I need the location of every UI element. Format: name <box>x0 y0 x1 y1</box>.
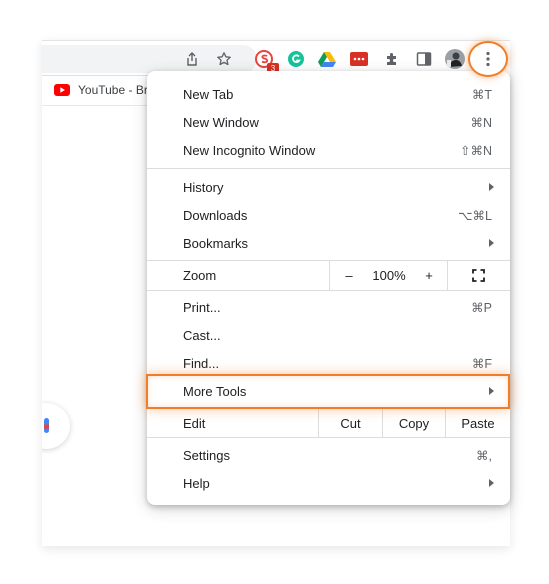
menu-item-settings[interactable]: Settings ⌘, <box>147 441 510 469</box>
submenu-arrow-icon <box>489 479 494 487</box>
menu-item-shortcut: ⌘N <box>470 116 492 130</box>
menu-item-label: New Incognito Window <box>183 143 316 158</box>
fullscreen-icon <box>471 269 485 282</box>
bookmark-label: YouTube - Br <box>78 83 148 97</box>
menu-item-shortcut: ⇧⌘N <box>459 144 492 158</box>
menu-edit-row: Edit Cut Copy Paste <box>147 409 510 437</box>
menu-item-find[interactable]: Find... ⌘F <box>147 349 510 377</box>
menu-item-label: Help <box>183 476 210 491</box>
menu-item-new-tab[interactable]: New Tab ⌘T <box>147 80 510 108</box>
share-icon[interactable] <box>181 48 203 70</box>
zoom-level: 100% <box>372 268 406 283</box>
copy-button[interactable]: Copy <box>383 409 445 437</box>
side-panel-icon[interactable] <box>413 48 435 70</box>
menu-item-label: New Window <box>183 115 259 130</box>
extension-s-icon[interactable]: 3 <box>253 48 279 74</box>
submenu-arrow-icon <box>489 239 494 247</box>
zoom-divider <box>329 261 330 290</box>
menu-item-downloads[interactable]: Downloads ⌥⌘L <box>147 201 510 229</box>
menu-item-history[interactable]: History <box>147 173 510 201</box>
youtube-icon <box>54 84 70 96</box>
profile-avatar-icon[interactable] <box>444 48 466 70</box>
bookmark-star-icon[interactable] <box>213 48 235 70</box>
menu-item-bookmarks[interactable]: Bookmarks <box>147 229 510 257</box>
zoom-label: Zoom <box>183 268 217 283</box>
menu-item-label: Bookmarks <box>183 236 249 251</box>
submenu-arrow-icon <box>489 183 494 191</box>
grammarly-icon[interactable] <box>285 48 307 70</box>
zoom-out-button[interactable]: – <box>337 261 361 290</box>
menu-item-shortcut: ⌘, <box>476 449 492 463</box>
menu-item-label: Cast... <box>183 328 221 343</box>
extensions-puzzle-icon[interactable] <box>381 48 403 70</box>
fullscreen-button[interactable] <box>465 261 491 290</box>
menu-divider <box>147 290 510 291</box>
zoom-in-button[interactable]: + <box>417 261 441 290</box>
menu-item-label: History <box>183 180 224 195</box>
menu-item-label: Downloads <box>183 208 248 223</box>
paste-button[interactable]: Paste <box>446 409 510 437</box>
menu-item-more-tools[interactable]: More Tools <box>147 377 510 405</box>
menu-divider <box>147 437 510 438</box>
kebab-menu-icon <box>486 51 490 67</box>
bookmark-youtube[interactable]: YouTube - Br <box>54 83 148 97</box>
menu-item-help[interactable]: Help <box>147 469 510 497</box>
zoom-divider <box>447 261 448 290</box>
menu-item-label: More Tools <box>183 384 247 399</box>
submenu-arrow-icon <box>489 387 494 395</box>
menu-item-shortcut: ⌥⌘L <box>458 209 492 223</box>
google-drive-icon[interactable] <box>316 48 338 70</box>
menu-item-new-window[interactable]: New Window ⌘N <box>147 108 510 136</box>
chrome-menu-button[interactable] <box>468 41 508 77</box>
edit-label: Edit <box>183 416 206 431</box>
menu-divider <box>147 168 510 169</box>
menu-item-cast[interactable]: Cast... <box>147 321 510 349</box>
menu-item-shortcut: ⌘T <box>471 88 492 102</box>
menu-item-label: New Tab <box>183 87 234 102</box>
red-extension-icon[interactable] <box>348 48 370 70</box>
menu-zoom-row: Zoom – 100% + <box>147 261 510 290</box>
menu-item-label: Find... <box>183 356 220 371</box>
cut-button[interactable]: Cut <box>319 409 382 437</box>
microphone-icon <box>44 418 49 433</box>
menu-item-new-incognito-window[interactable]: New Incognito Window ⇧⌘N <box>147 136 510 164</box>
menu-item-label: Settings <box>183 448 230 463</box>
menu-item-shortcut: ⌘F <box>471 357 492 371</box>
chrome-main-menu: New Tab ⌘T New Window ⌘N New Incognito W… <box>147 71 510 505</box>
voice-search-button[interactable] <box>42 403 70 449</box>
menu-item-shortcut: ⌘P <box>471 301 492 315</box>
menu-item-print[interactable]: Print... ⌘P <box>147 293 510 321</box>
menu-item-label: Print... <box>183 300 221 315</box>
